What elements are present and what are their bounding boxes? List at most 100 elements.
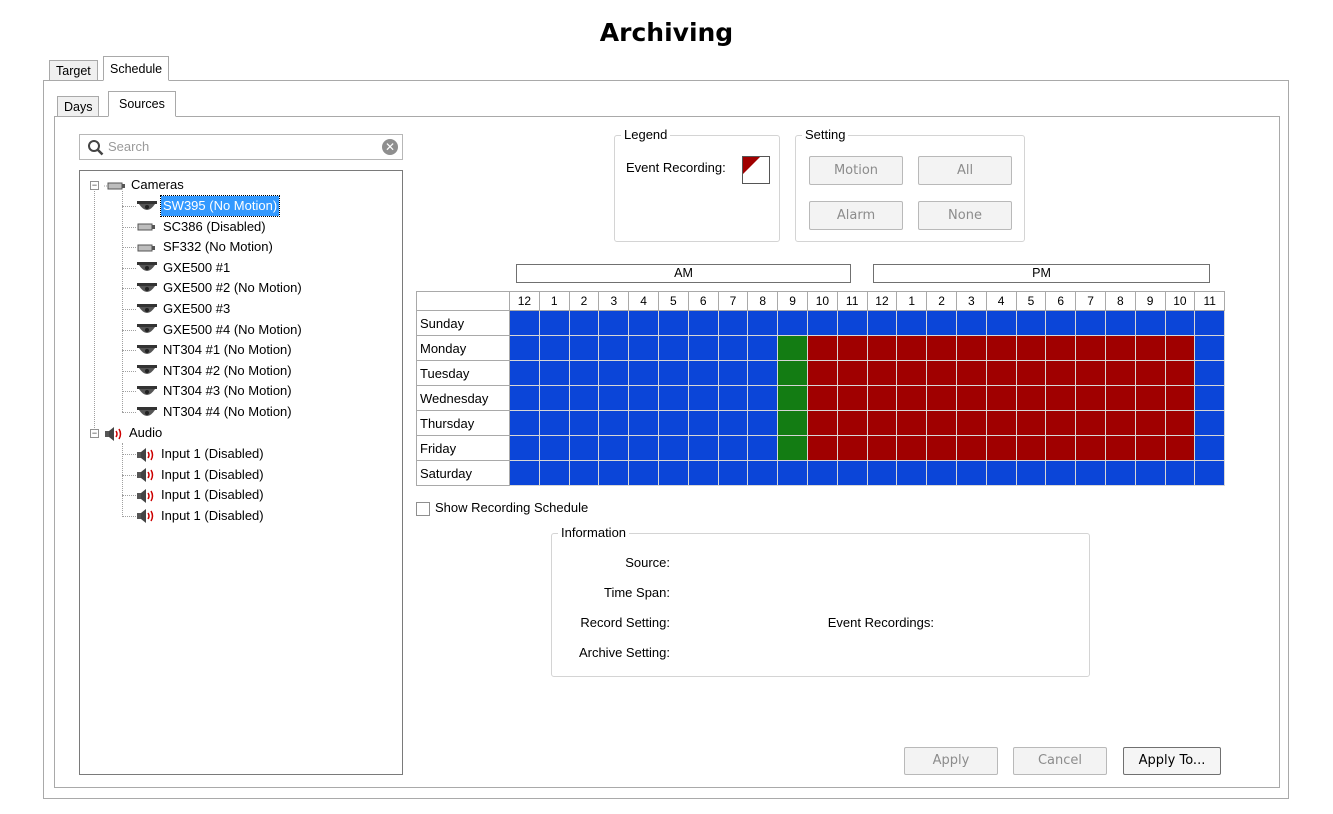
schedule-cell[interactable] bbox=[836, 385, 868, 411]
tree-item-camera[interactable]: NT304 #4 (No Motion) bbox=[136, 402, 294, 422]
tree-node-cameras[interactable]: Cameras bbox=[104, 175, 186, 195]
schedule-cell[interactable] bbox=[509, 460, 540, 486]
alarm-button[interactable]: Alarm bbox=[809, 201, 903, 230]
cancel-button[interactable]: Cancel bbox=[1013, 747, 1107, 775]
schedule-cell[interactable] bbox=[1075, 310, 1106, 336]
schedule-cell[interactable] bbox=[747, 360, 779, 386]
schedule-cell[interactable] bbox=[509, 410, 540, 436]
schedule-cell[interactable] bbox=[806, 310, 838, 336]
schedule-cell[interactable] bbox=[1015, 335, 1047, 361]
apply-button[interactable]: Apply bbox=[904, 747, 998, 775]
tree-item-camera[interactable]: GXE500 #1 bbox=[136, 258, 232, 278]
schedule-cell[interactable] bbox=[926, 460, 957, 486]
schedule-cell[interactable] bbox=[926, 360, 957, 386]
schedule-cell[interactable] bbox=[955, 310, 987, 336]
apply-to-button[interactable]: Apply To... bbox=[1123, 747, 1221, 775]
schedule-cell[interactable] bbox=[687, 360, 719, 386]
schedule-cell[interactable] bbox=[1045, 310, 1077, 336]
schedule-cell[interactable] bbox=[1164, 335, 1196, 361]
schedule-cell[interactable] bbox=[1134, 435, 1166, 461]
schedule-cell[interactable] bbox=[747, 460, 779, 486]
tree-item-audio-input[interactable]: Input 1 (Disabled) bbox=[136, 444, 266, 464]
schedule-cell[interactable] bbox=[806, 460, 838, 486]
tree-item-camera[interactable]: SC386 (Disabled) bbox=[136, 217, 268, 237]
schedule-cell[interactable] bbox=[1015, 435, 1047, 461]
schedule-cell[interactable] bbox=[985, 360, 1017, 386]
schedule-cell[interactable] bbox=[687, 410, 719, 436]
schedule-cell[interactable] bbox=[836, 460, 868, 486]
schedule-cell[interactable] bbox=[1194, 435, 1226, 461]
schedule-cell[interactable] bbox=[955, 460, 987, 486]
schedule-cell[interactable] bbox=[538, 310, 570, 336]
tree-item-camera[interactable]: SW395 (No Motion) bbox=[136, 195, 281, 217]
schedule-cell[interactable] bbox=[598, 460, 630, 486]
schedule-cell[interactable] bbox=[1015, 410, 1047, 436]
schedule-cell[interactable] bbox=[985, 410, 1017, 436]
schedule-cell[interactable] bbox=[747, 435, 779, 461]
tab-schedule[interactable]: Schedule bbox=[103, 56, 170, 81]
schedule-cell[interactable] bbox=[1045, 335, 1077, 361]
schedule-cell[interactable] bbox=[568, 385, 600, 411]
tree-item-camera[interactable]: SF332 (No Motion) bbox=[136, 237, 275, 257]
schedule-cell[interactable] bbox=[1104, 360, 1136, 386]
schedule-cell[interactable] bbox=[1075, 435, 1106, 461]
schedule-cell[interactable] bbox=[509, 310, 540, 336]
schedule-cell[interactable] bbox=[747, 385, 779, 411]
schedule-cell[interactable] bbox=[1075, 385, 1106, 411]
schedule-cell[interactable] bbox=[628, 360, 659, 386]
schedule-cell[interactable] bbox=[687, 435, 719, 461]
schedule-cell[interactable] bbox=[1164, 310, 1196, 336]
schedule-grid[interactable]: 12 1 2 3 4 5 6 7 8 9 10 11 12 1 2 3 4 5 6 7 8 9 10 11 Sunday Mond… bbox=[416, 291, 1226, 486]
schedule-cell[interactable] bbox=[657, 335, 689, 361]
schedule-cell[interactable] bbox=[1164, 410, 1196, 436]
schedule-cell[interactable] bbox=[1045, 385, 1077, 411]
sources-tree[interactable]: − Cameras SW395 (No Motion) SC386 (Disabl… bbox=[79, 170, 403, 775]
all-button[interactable]: All bbox=[918, 156, 1012, 185]
schedule-cell[interactable] bbox=[717, 360, 749, 386]
schedule-cell[interactable] bbox=[1194, 410, 1226, 436]
schedule-cell[interactable] bbox=[836, 360, 868, 386]
schedule-cell[interactable] bbox=[1194, 385, 1226, 411]
schedule-cell[interactable] bbox=[985, 310, 1017, 336]
schedule-cell[interactable] bbox=[628, 385, 659, 411]
schedule-cell[interactable] bbox=[568, 410, 600, 436]
schedule-cell[interactable] bbox=[568, 460, 600, 486]
schedule-cell[interactable] bbox=[866, 335, 898, 361]
schedule-cell[interactable] bbox=[985, 335, 1017, 361]
schedule-cell[interactable] bbox=[955, 435, 987, 461]
schedule-cell[interactable] bbox=[926, 435, 957, 461]
schedule-cell[interactable] bbox=[806, 335, 838, 361]
schedule-cell[interactable] bbox=[628, 435, 659, 461]
schedule-cell[interactable] bbox=[1194, 460, 1226, 486]
tab-days[interactable]: Days bbox=[57, 96, 100, 116]
tree-node-audio[interactable]: Audio bbox=[104, 423, 164, 443]
schedule-cell[interactable] bbox=[866, 460, 898, 486]
schedule-cell[interactable] bbox=[1164, 435, 1196, 461]
schedule-cell[interactable] bbox=[777, 410, 808, 436]
schedule-cell[interactable] bbox=[509, 360, 540, 386]
schedule-cell[interactable] bbox=[717, 310, 749, 336]
schedule-cell[interactable] bbox=[657, 435, 689, 461]
schedule-cell[interactable] bbox=[777, 460, 808, 486]
tree-item-audio-input[interactable]: Input 1 (Disabled) bbox=[136, 506, 266, 526]
tree-item-audio-input[interactable]: Input 1 (Disabled) bbox=[136, 485, 266, 505]
schedule-cell[interactable] bbox=[955, 335, 987, 361]
schedule-cell[interactable] bbox=[568, 335, 600, 361]
schedule-cell[interactable] bbox=[836, 335, 868, 361]
schedule-cell[interactable] bbox=[1164, 460, 1196, 486]
schedule-cell[interactable] bbox=[1075, 460, 1106, 486]
schedule-cell[interactable] bbox=[836, 310, 868, 336]
schedule-cell[interactable] bbox=[985, 435, 1017, 461]
schedule-cell[interactable] bbox=[777, 435, 808, 461]
schedule-cell[interactable] bbox=[896, 310, 928, 336]
schedule-cell[interactable] bbox=[598, 310, 630, 336]
schedule-cell[interactable] bbox=[806, 410, 838, 436]
schedule-cell[interactable] bbox=[866, 360, 898, 386]
schedule-cell[interactable] bbox=[717, 335, 749, 361]
schedule-cell[interactable] bbox=[1045, 410, 1077, 436]
schedule-cell[interactable] bbox=[628, 460, 659, 486]
schedule-cell[interactable] bbox=[509, 435, 540, 461]
tree-item-camera[interactable]: GXE500 #2 (No Motion) bbox=[136, 278, 304, 298]
schedule-cell[interactable] bbox=[896, 435, 928, 461]
schedule-cell[interactable] bbox=[598, 335, 630, 361]
